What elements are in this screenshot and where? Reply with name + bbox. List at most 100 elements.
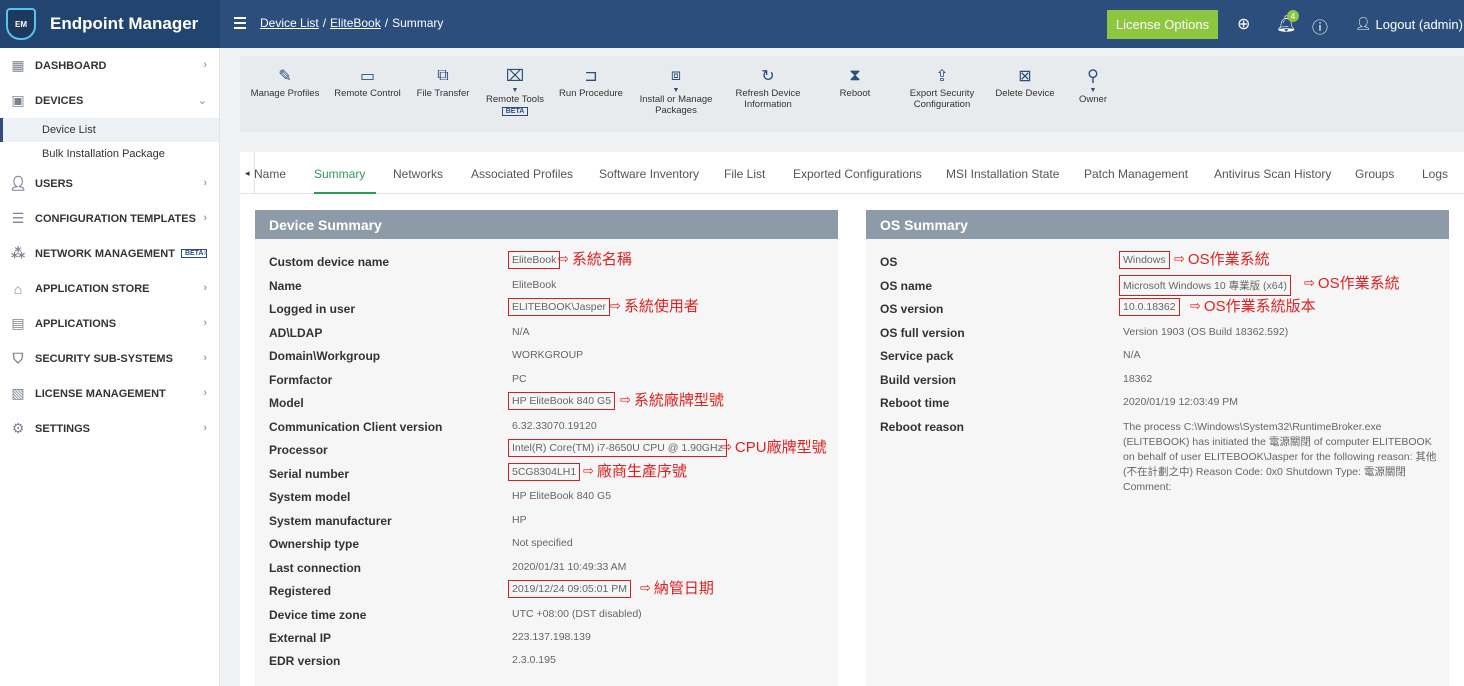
field-label: Build version	[880, 373, 957, 387]
sidebar-item-label: SECURITY SUB-SYSTEMS	[35, 352, 173, 365]
field-label: AD\LDAP	[269, 326, 323, 340]
annotation: ⇨ 系統使用者	[610, 297, 699, 316]
reboot-icon: ⧗	[849, 67, 861, 84]
tab-file-list[interactable]: File List	[724, 167, 765, 181]
manage-profiles-button[interactable]: ✎ Manage Profiles	[245, 64, 325, 99]
sidebar-item-settings[interactable]: ⚙ SETTINGS ›	[0, 411, 219, 446]
field-label: Communication Client version	[269, 420, 443, 434]
breadcrumb-separator: /	[384, 16, 389, 30]
arrow-right-icon: ⇨	[721, 438, 732, 454]
sidebar-item-applications[interactable]: ▤ APPLICATIONS ›	[0, 306, 219, 341]
arrow-right-icon: ⇨	[640, 579, 651, 595]
field-value: WORKGROUP	[512, 349, 584, 361]
chevron-right-icon: ›	[203, 387, 207, 399]
field-label: Device time zone	[269, 608, 367, 622]
tab-networks[interactable]: Networks	[393, 167, 443, 181]
hamburger-menu-icon[interactable]	[234, 17, 246, 29]
field-value: Not specified	[512, 537, 573, 549]
tab-patch-management[interactable]: Patch Management	[1084, 167, 1188, 181]
sidebar-item-application-store[interactable]: ⌂ APPLICATION STORE ›	[0, 271, 219, 306]
field-label: Logged in user	[269, 302, 356, 316]
beta-badge: BETA	[501, 107, 529, 116]
tool-label: Delete Device	[995, 88, 1055, 99]
export-security-configuration-button[interactable]: ⇪ Export Security Configuration	[896, 64, 988, 110]
sidebar-item-label: APPLICATION STORE	[35, 282, 150, 295]
sidebar-subitem-device-list[interactable]: Device List	[0, 118, 219, 142]
sidebar-item-network-management[interactable]: ⁂ NETWORK MANAGEMENT BETA ›	[0, 236, 219, 271]
remote-control-button[interactable]: ▭ Remote Control	[330, 64, 405, 99]
user-icon: 👤︎	[1355, 16, 1372, 31]
breadcrumb-elitebook[interactable]: EliteBook	[330, 16, 381, 30]
annotation: ⇨ 廠商生產序號	[583, 462, 687, 481]
breadcrumb-device-list[interactable]: Device List	[260, 16, 319, 30]
brand[interactable]: EM Endpoint Manager	[0, 0, 220, 48]
file-transfer-button[interactable]: ⧉ File Transfer	[410, 64, 476, 99]
network-icon: ⁂	[10, 245, 26, 261]
app-title: Endpoint Manager	[50, 14, 199, 33]
owner-icon: ⚲	[1087, 68, 1099, 85]
tab-exported-configurations[interactable]: Exported Configurations	[793, 167, 922, 181]
field-label: OS full version	[880, 326, 965, 340]
field-value: Intel(R) Core(TM) i7-8650U CPU @ 1.90GHz	[508, 439, 727, 457]
run-procedure-button[interactable]: ⊐ Run Procedure	[555, 64, 627, 99]
annotation: ⇨ OS作業系統版本	[1190, 297, 1316, 316]
tab-associated-profiles[interactable]: Associated Profiles	[471, 167, 573, 181]
sidebar-item-users[interactable]: 👤︎ USERS ›	[0, 166, 219, 201]
tab-software-inventory[interactable]: Software Inventory	[599, 167, 699, 181]
gear-icon: ⚙	[11, 420, 25, 436]
notification-count-badge: 4	[1287, 10, 1299, 22]
tool-label: Remote Control	[334, 88, 401, 99]
app-logo-icon: EM	[6, 8, 36, 40]
sidebar-item-configuration-templates[interactable]: ☰ CONFIGURATION TEMPLATES ›	[0, 201, 219, 236]
sidebar-item-devices[interactable]: ▣ DEVICES ⌄	[0, 83, 219, 118]
basket-icon: ⌂	[13, 280, 23, 297]
chevron-right-icon: ›	[203, 317, 207, 329]
delete-device-icon: ⊠	[1018, 68, 1032, 85]
sidebar-subitem-bulk-installation-package[interactable]: Bulk Installation Package	[0, 142, 219, 166]
field-value: PC	[512, 373, 527, 385]
field-value: HP	[512, 514, 527, 526]
tab-summary[interactable]: Summary	[314, 167, 365, 181]
arrow-right-icon: ⇨	[1304, 274, 1315, 290]
scroll-left-icon[interactable]: ◂	[245, 168, 250, 179]
chevron-right-icon: ›	[203, 422, 207, 434]
device-icon: ▣	[11, 92, 25, 108]
tool-label: Owner	[1079, 94, 1107, 105]
arrow-right-icon: ⇨	[558, 250, 569, 266]
field-label: EDR version	[269, 654, 341, 668]
add-circle-icon[interactable]: ⊕	[1237, 14, 1250, 34]
tab-groups[interactable]: Groups	[1355, 167, 1394, 181]
field-value: HP EliteBook 840 G5	[508, 392, 616, 410]
tool-label: Manage Profiles	[250, 88, 320, 99]
tool-label: Install or Manage Packages	[639, 94, 713, 116]
sidebar-item-security-sub-systems[interactable]: ⛉ SECURITY SUB-SYSTEMS ›	[0, 341, 219, 376]
annotation: ⇨ OS作業系統	[1174, 250, 1270, 269]
sidebar-item-label: LICENSE MANAGEMENT	[35, 387, 166, 400]
arrow-right-icon: ⇨	[1190, 297, 1201, 313]
help-icon[interactable]: ⓘ	[1312, 14, 1328, 38]
sidebar-item-license-management[interactable]: ▧ LICENSE MANAGEMENT ›	[0, 376, 219, 411]
tool-label: Refresh Device Information	[735, 88, 801, 110]
field-label: Reboot reason	[880, 420, 965, 434]
field-value: Windows	[1119, 251, 1170, 269]
tab-antivirus-scan-history[interactable]: Antivirus Scan History	[1214, 167, 1331, 181]
field-label: Service pack	[880, 349, 954, 363]
monitor-icon: ▭	[359, 68, 376, 85]
tab-msi-installation-state[interactable]: MSI Installation State	[946, 167, 1059, 181]
logout-button[interactable]: 👤︎ Logout (admin)	[1355, 16, 1463, 32]
refresh-device-information-button[interactable]: ↻ Refresh Device Information	[726, 64, 810, 110]
remote-tools-button[interactable]: ⌧ ▼ Remote Tools BETA	[481, 64, 549, 116]
owner-button[interactable]: ⚲ ▼ Owner	[1068, 64, 1118, 105]
reboot-button[interactable]: ⧗ Reboot	[826, 64, 884, 99]
delete-device-button[interactable]: ⊠ Delete Device	[992, 64, 1058, 99]
install-or-manage-packages-button[interactable]: ⧈ ▼ Install or Manage Packages	[634, 64, 718, 116]
reboot-reason-value: The process C:\Windows\System32\RuntimeB…	[1123, 421, 1437, 493]
tab-logs[interactable]: Logs	[1422, 167, 1448, 181]
sidebar-item-label: DASHBOARD	[35, 59, 107, 72]
sidebar: ▦ DASHBOARD › ▣ DEVICES ⌄ Device List Bu…	[0, 48, 220, 686]
tab-name[interactable]: Name	[254, 167, 286, 181]
license-options-button[interactable]: License Options	[1107, 10, 1218, 39]
sidebar-item-dashboard[interactable]: ▦ DASHBOARD ›	[0, 48, 219, 83]
field-value: N/A	[1123, 349, 1141, 361]
annotation: ⇨ CPU廠牌型號	[721, 438, 827, 457]
